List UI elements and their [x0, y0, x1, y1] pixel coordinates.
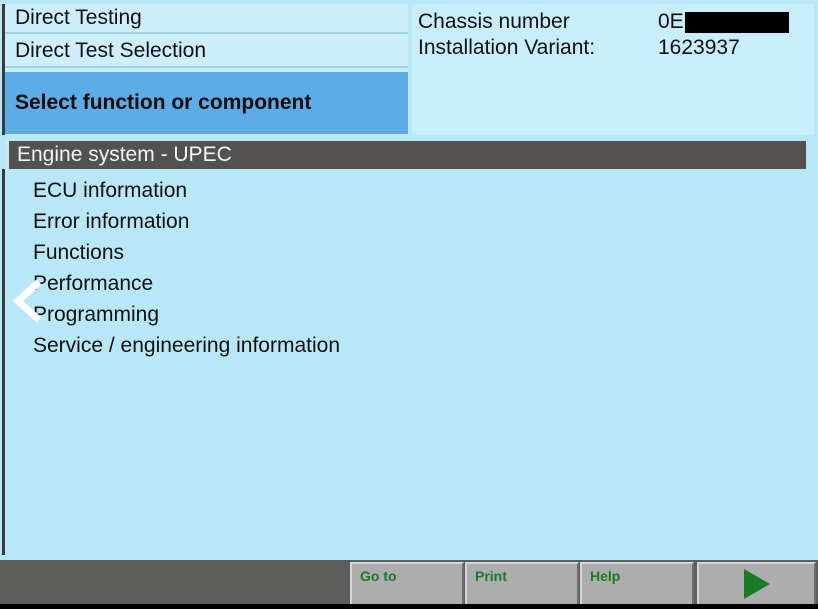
diagnostic-screen: Direct Testing Direct Test Selection Sel…: [0, 0, 818, 609]
test-context-panel: Direct Testing Direct Test Selection Sel…: [2, 4, 408, 135]
direct-test-selection-title: Direct Test Selection: [5, 36, 408, 68]
list-item-ecu-information[interactable]: ECU information: [5, 175, 814, 206]
play-arrow-icon: [743, 569, 770, 599]
bottom-toolbar: Go to Print Help: [0, 560, 818, 604]
list-item-programming[interactable]: Programming: [5, 299, 814, 330]
chassis-number-value: 0E: [658, 10, 684, 33]
direct-testing-title: Direct Testing: [5, 4, 408, 34]
chassis-number-redaction-bar: [684, 11, 789, 33]
function-list: ECU information Error information Functi…: [2, 169, 814, 555]
select-function-prompt: Select function or component: [5, 72, 408, 134]
chassis-number-label: Chassis number: [418, 10, 570, 33]
engine-system-group-header: Engine system - UPEC: [6, 141, 806, 169]
list-item-performance[interactable]: Performance: [5, 268, 814, 299]
print-button[interactable]: Print: [465, 562, 579, 604]
installation-variant-label: Installation Variant:: [418, 36, 596, 59]
next-button[interactable]: [697, 562, 816, 604]
list-item-service-engineering-information[interactable]: Service / engineering information: [5, 330, 814, 361]
help-button[interactable]: Help: [580, 562, 694, 604]
vehicle-info-panel: Chassis number 0E Installation Variant: …: [412, 4, 814, 135]
installation-variant-row: Installation Variant: 1623937: [418, 34, 814, 62]
installation-variant-value: 1623937: [658, 36, 740, 59]
list-item-functions[interactable]: Functions: [5, 237, 814, 268]
goto-button[interactable]: Go to: [350, 562, 464, 604]
list-item-error-information[interactable]: Error information: [5, 206, 814, 237]
chassis-number-row: Chassis number 0E: [418, 8, 814, 36]
bottom-edge-strip: [0, 604, 818, 609]
header-area: Direct Testing Direct Test Selection Sel…: [0, 0, 818, 137]
